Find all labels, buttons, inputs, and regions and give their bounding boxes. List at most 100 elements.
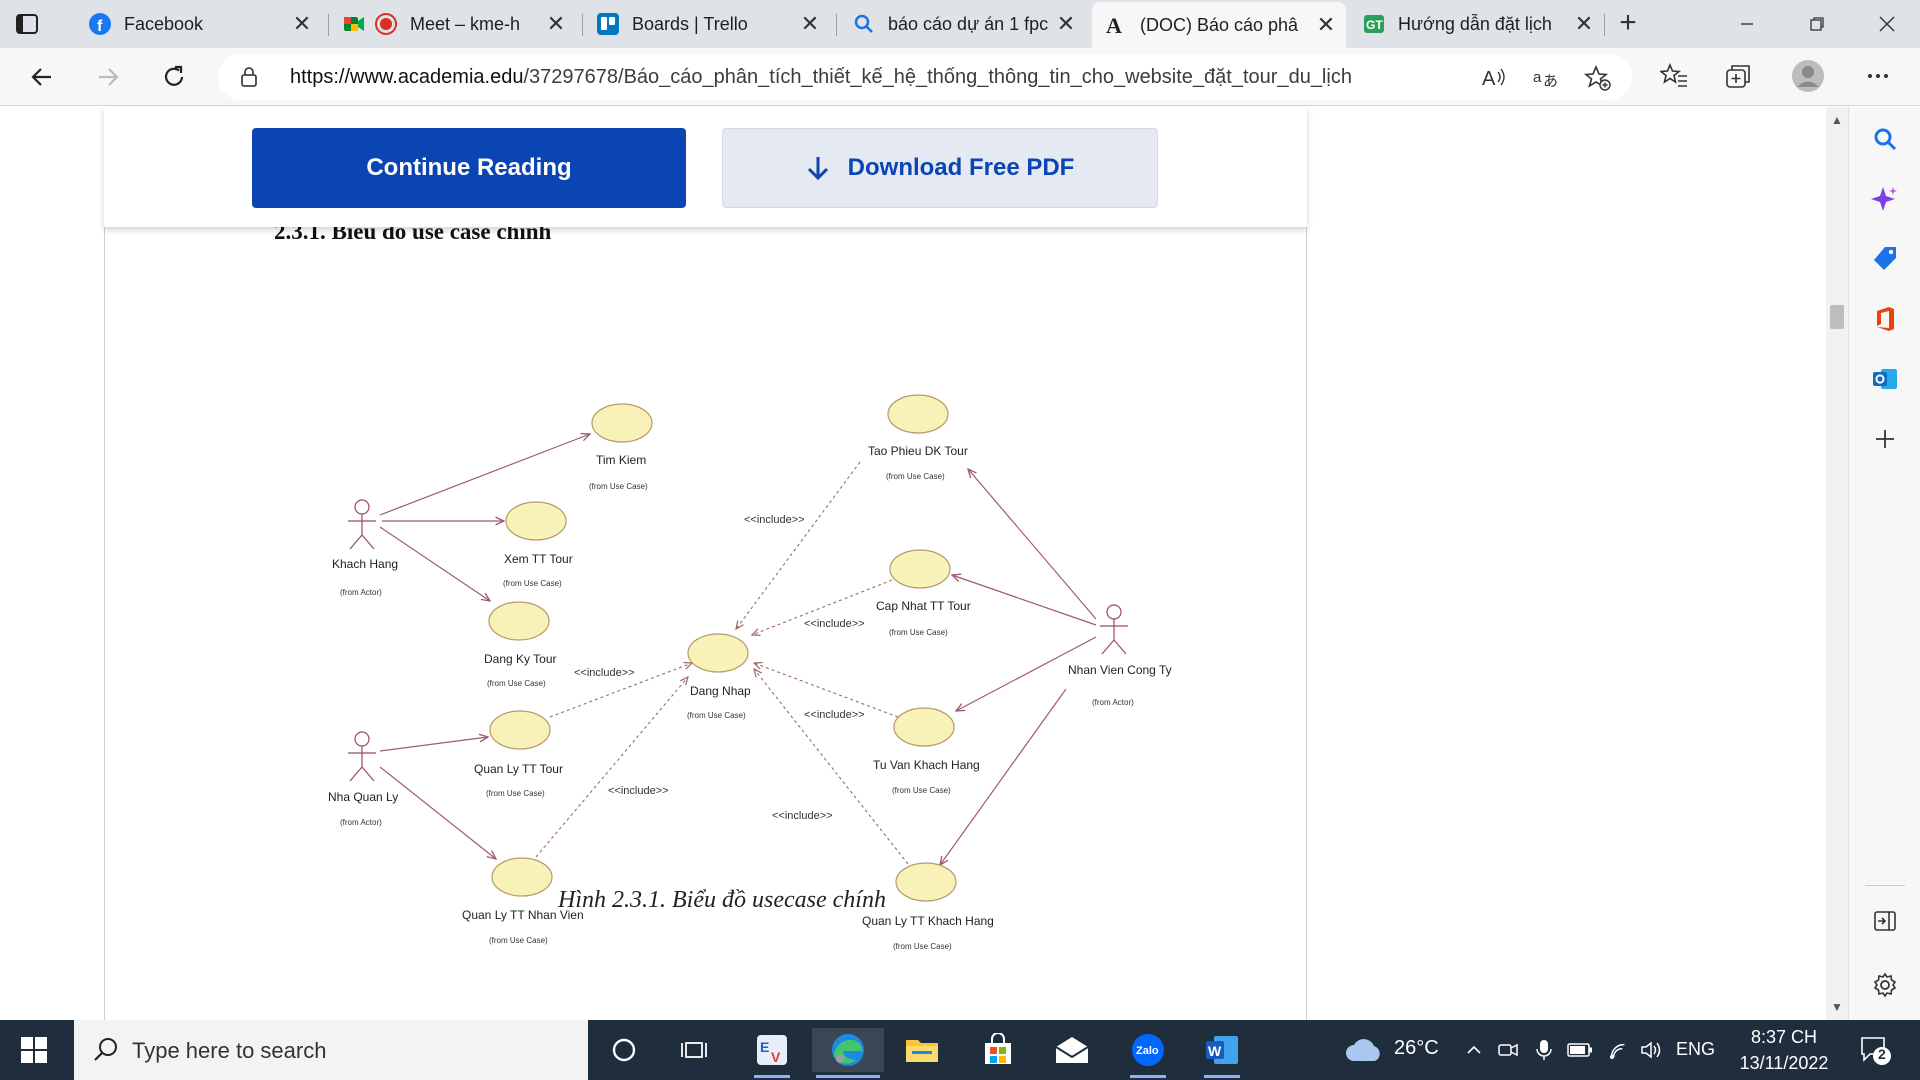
tab-academia[interactable]: A (DOC) Báo cáo phâ ✕ <box>1092 2 1346 48</box>
continue-reading-button[interactable]: Continue Reading <box>252 128 686 208</box>
tab-separator <box>1604 14 1605 36</box>
sidebar-shopping-icon[interactable] <box>1867 241 1903 277</box>
add-favorite-icon[interactable] <box>1584 64 1612 92</box>
wifi-icon[interactable] <box>1604 1036 1632 1064</box>
microphone-icon[interactable] <box>1530 1036 1558 1064</box>
tab-close-icon[interactable]: ✕ <box>796 10 824 38</box>
new-tab-button[interactable]: + <box>1612 8 1644 40</box>
taskbar-mail-icon[interactable] <box>1050 1028 1094 1072</box>
task-view-icon[interactable] <box>672 1028 716 1072</box>
use-case-note: (from Use Case) <box>886 472 945 481</box>
tab-separator <box>582 14 583 36</box>
include-label: <<include>> <box>804 618 865 630</box>
use-case-note: (from Use Case) <box>687 711 746 720</box>
notification-center-icon[interactable]: 2 <box>1858 1032 1892 1066</box>
tab-close-icon[interactable]: ✕ <box>542 10 570 38</box>
svg-text:W: W <box>1208 1043 1222 1059</box>
download-pdf-label: Download Free PDF <box>847 154 1075 181</box>
tab-title: Meet – kme-h <box>410 13 521 34</box>
scroll-down-icon[interactable]: ▼ <box>1830 1000 1844 1014</box>
use-case-name: Xem TT Tour <box>504 552 573 566</box>
minimize-button[interactable] <box>1722 6 1772 42</box>
sidebar-add-icon[interactable] <box>1867 421 1903 457</box>
tab-facebook[interactable]: f Facebook ✕ <box>76 4 322 44</box>
favorites-icon[interactable] <box>1656 58 1692 94</box>
cortana-icon[interactable] <box>602 1028 646 1072</box>
scroll-up-icon[interactable]: ▲ <box>1830 113 1844 127</box>
weather-temperature[interactable]: 26°C <box>1394 1037 1439 1060</box>
battery-icon[interactable] <box>1566 1036 1594 1064</box>
sidebar-divider <box>1865 885 1905 886</box>
tab-meet[interactable]: Meet – kme-h ✕ <box>330 4 576 44</box>
refresh-button[interactable] <box>154 57 194 97</box>
clock-time: 8:37 CH <box>1750 1027 1818 1047</box>
show-hidden-icons-icon[interactable] <box>1460 1036 1488 1064</box>
hide-sidebar-icon[interactable] <box>1867 903 1903 939</box>
url-text[interactable]: https://www.academia.edu/37297678/Báo_cá… <box>290 66 1352 89</box>
back-button[interactable] <box>22 57 62 97</box>
restore-button[interactable] <box>1792 6 1842 42</box>
start-button[interactable] <box>14 1034 54 1066</box>
scrollbar-thumb[interactable] <box>1830 305 1844 329</box>
use-case-note: (from Use Case) <box>893 942 952 951</box>
translate-icon[interactable]: aあ <box>1532 64 1560 92</box>
tab-close-icon[interactable]: ✕ <box>288 10 316 38</box>
taskbar-word-icon[interactable]: W <box>1200 1028 1244 1078</box>
read-aloud-icon[interactable]: A <box>1480 64 1508 92</box>
sidebar-discover-icon[interactable] <box>1867 181 1903 217</box>
use-case-name: Dang Nhap <box>690 684 751 698</box>
close-window-button[interactable] <box>1862 6 1912 42</box>
use-case-note: (from Use Case) <box>486 789 545 798</box>
taskbar-store-icon[interactable] <box>976 1028 1020 1072</box>
taskbar-zalo-icon[interactable]: Zalo <box>1126 1028 1170 1078</box>
use-case-note: (from Use Case) <box>589 482 648 491</box>
tab-title: Boards | Trello <box>632 13 748 34</box>
browser-toolbar: https://www.academia.edu/37297678/Báo_cá… <box>0 48 1920 106</box>
svg-text:あ: あ <box>1543 72 1558 90</box>
actor-name: Nha Quan Ly <box>328 790 398 804</box>
volume-icon[interactable] <box>1638 1036 1666 1064</box>
more-menu-icon[interactable] <box>1860 58 1896 94</box>
url-host: https://www.academia.edu <box>290 66 524 88</box>
tab-close-icon[interactable]: ✕ <box>1052 10 1080 38</box>
use-case-note: (from Use Case) <box>489 936 548 945</box>
include-label: <<include>> <box>608 785 669 797</box>
taskbar-app-dictionary-icon[interactable]: EV <box>750 1028 794 1078</box>
include-label: <<include>> <box>804 709 865 721</box>
sidebar-search-icon[interactable] <box>1867 121 1903 157</box>
download-pdf-button[interactable]: Download Free PDF <box>722 128 1158 208</box>
sidebar-settings-icon[interactable] <box>1867 967 1903 1003</box>
tab-title: Facebook <box>124 13 204 34</box>
tab-close-icon[interactable]: ✕ <box>1312 11 1340 39</box>
sidebar-office-icon[interactable] <box>1867 301 1903 337</box>
svg-text:A: A <box>1482 68 1496 90</box>
meet-now-icon[interactable] <box>1494 1036 1522 1064</box>
svg-text:A: A <box>1106 13 1122 37</box>
taskbar-edge-icon[interactable] <box>812 1028 884 1078</box>
weather-cloud-icon[interactable] <box>1344 1036 1384 1064</box>
use-case-cap-nhat-tt-tour: Cap Nhat TT Tour (from Use Case) <box>876 549 971 637</box>
vertical-scrollbar[interactable]: ▲ ▼ <box>1826 107 1848 1020</box>
taskbar-clock[interactable]: 8:37 CH 13/11/2022 <box>1724 1024 1844 1076</box>
actor-note: (from Actor) <box>340 818 382 827</box>
tab-actions-icon[interactable] <box>14 11 40 37</box>
profile-avatar[interactable] <box>1790 58 1826 94</box>
page-viewport: 2.3.1. Biểu đồ use case chính Continue R… <box>0 107 1848 1020</box>
actor-name: Nhan Vien Cong Ty <box>1068 663 1172 677</box>
actor-name: Khach Hang <box>332 557 398 571</box>
taskbar-file-explorer-icon[interactable] <box>900 1028 944 1072</box>
tab-trello[interactable]: Boards | Trello ✕ <box>584 4 830 44</box>
taskbar-search-input[interactable]: Type here to search <box>74 1020 588 1080</box>
tab-close-icon[interactable]: ✕ <box>1570 10 1598 38</box>
tab-guide[interactable]: GT Hướng dẫn đặt lịch ✕ <box>1350 4 1604 44</box>
sidebar-outlook-icon[interactable] <box>1867 361 1903 397</box>
actor-nha-quan-ly: Nha Quan Ly (from Actor) <box>328 731 398 827</box>
use-case-dang-ky-tour: Dang Ky Tour (from Use Case) <box>484 601 557 688</box>
lock-icon[interactable] <box>240 66 258 93</box>
include-label: <<include>> <box>744 514 805 526</box>
input-language[interactable]: ENG <box>1676 1039 1715 1060</box>
address-bar[interactable]: https://www.academia.edu/37297678/Báo_cá… <box>218 54 1632 100</box>
tab-search-results[interactable]: báo cáo dự án 1 fpc ✕ <box>840 4 1086 44</box>
forward-button[interactable] <box>88 57 128 97</box>
collections-icon[interactable] <box>1720 58 1756 94</box>
